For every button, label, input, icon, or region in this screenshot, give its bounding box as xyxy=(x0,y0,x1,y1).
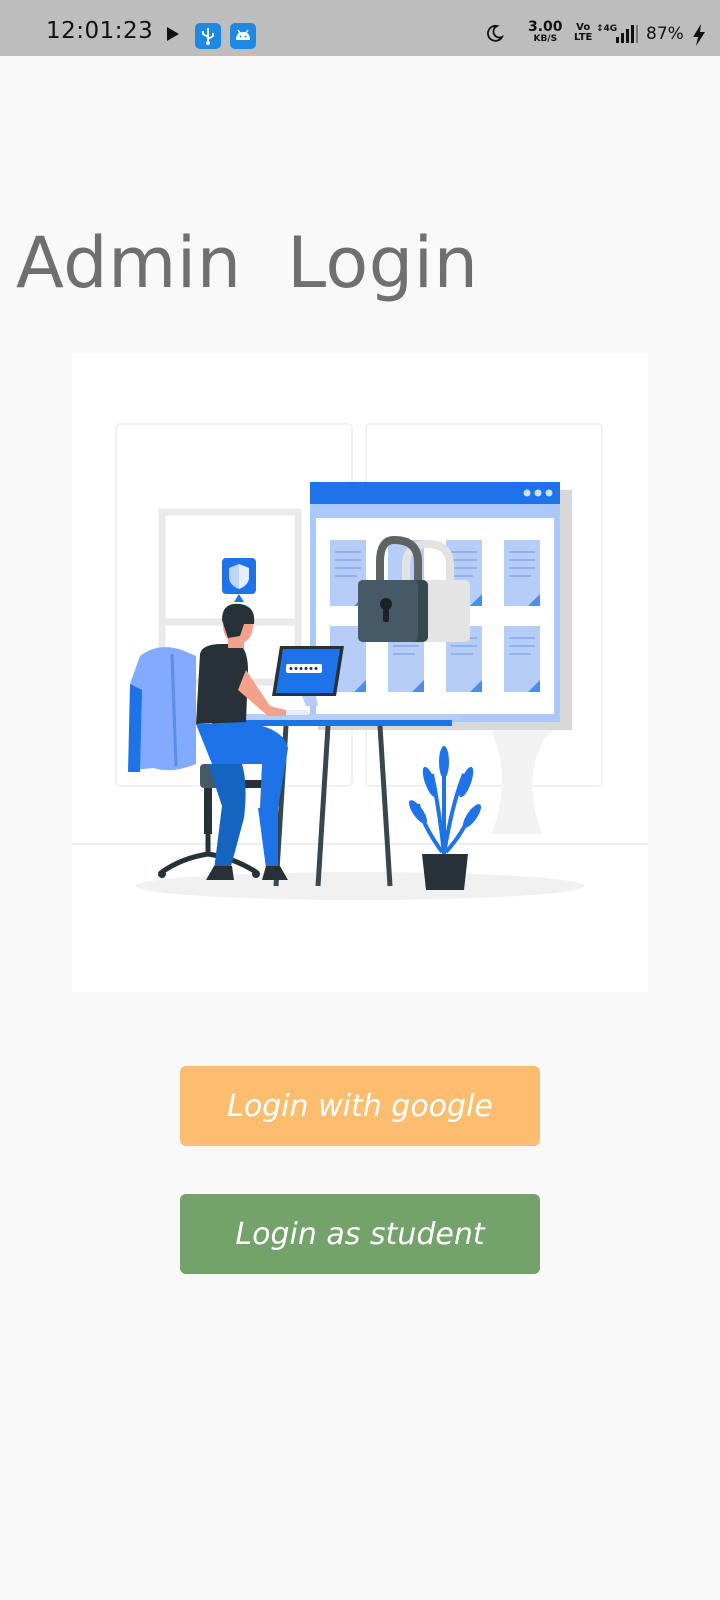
network-speed-value: 3.00 xyxy=(528,19,563,35)
login-with-google-button[interactable]: Login with google xyxy=(180,1066,540,1146)
charging-bolt-icon xyxy=(692,24,706,50)
usb-icon xyxy=(195,23,221,49)
person-at-computer-with-lock-illustration xyxy=(72,423,648,900)
signal-icon: ↕4G xyxy=(596,22,640,50)
status-bar: 12:01:23 3.00 KB/S Vo LTE ↕4G 87% xyxy=(0,0,720,56)
status-right-group: 3.00 KB/S Vo LTE ↕4G 87% xyxy=(440,0,720,56)
moon-icon xyxy=(486,24,505,46)
page-title: Admin Login xyxy=(16,222,479,304)
login-as-student-button[interactable]: Login as student xyxy=(180,1194,540,1274)
login-illustration xyxy=(72,354,648,992)
volte-label: Vo LTE xyxy=(574,22,593,43)
network-speed-unit: KB/S xyxy=(533,34,558,44)
network-speed: 3.00 KB/S xyxy=(528,20,563,44)
android-icon xyxy=(230,23,256,49)
battery-percent: 87% xyxy=(646,24,684,44)
play-icon xyxy=(166,26,180,46)
status-time: 12:01:23 xyxy=(46,18,154,44)
svg-text:↕4G: ↕4G xyxy=(596,24,617,34)
